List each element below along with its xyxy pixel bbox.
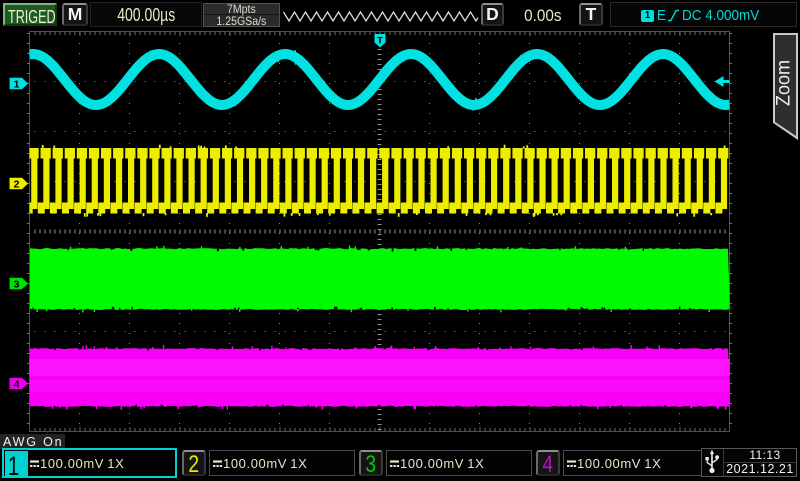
svg-text:4: 4 (14, 379, 20, 391)
svg-text:T: T (377, 36, 383, 47)
svg-text:1: 1 (14, 79, 20, 91)
svg-text:3: 3 (14, 279, 20, 291)
svg-text:2: 2 (14, 179, 20, 191)
